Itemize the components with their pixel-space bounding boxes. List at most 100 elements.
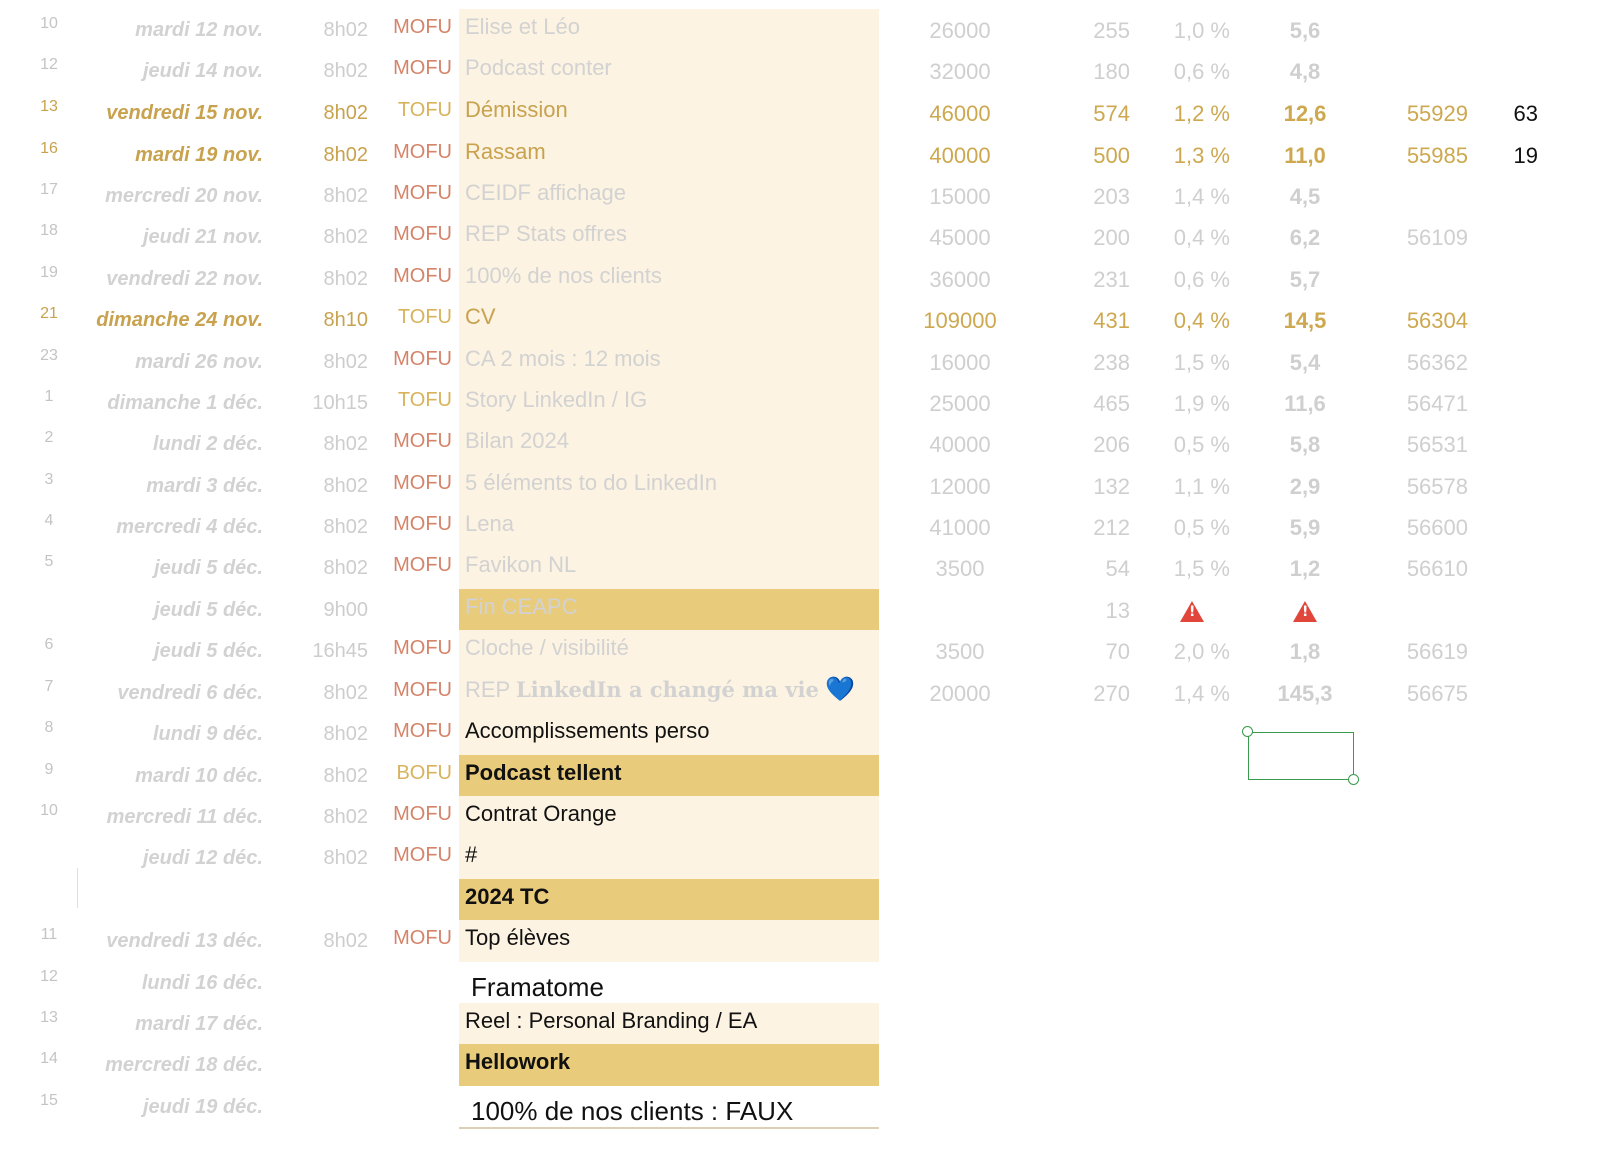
- table-row[interactable]: 14 mercredi 18 déc. Hellowork: [0, 1044, 1621, 1087]
- post-title-cell[interactable]: CV: [459, 299, 879, 342]
- followers-cell[interactable]: [1380, 1044, 1468, 1087]
- post-title-cell[interactable]: Podcast tellent: [459, 755, 879, 798]
- time-cell[interactable]: 10h15: [290, 382, 368, 425]
- rate-cell[interactable]: 1,4 %: [1150, 672, 1230, 715]
- table-row[interactable]: 18 jeudi 21 nov. 8h02 MOFU REP Stats offres 4…: [0, 216, 1621, 259]
- views-cell[interactable]: 12000: [900, 465, 1020, 508]
- funnel-cell[interactable]: BOFU: [372, 755, 452, 798]
- views-cell[interactable]: 25000: [900, 382, 1020, 425]
- post-title-cell[interactable]: #: [459, 837, 879, 880]
- followers-cell[interactable]: [1380, 1003, 1468, 1046]
- delta-cell[interactable]: [1488, 630, 1538, 673]
- delta-cell[interactable]: [1488, 547, 1538, 590]
- post-title-cell[interactable]: Hellowork: [459, 1044, 879, 1087]
- funnel-cell[interactable]: MOFU: [372, 837, 452, 880]
- followers-cell[interactable]: 56531: [1380, 423, 1468, 466]
- funnel-cell[interactable]: TOFU: [372, 382, 452, 425]
- rate-cell[interactable]: [1150, 1086, 1230, 1129]
- score-cell[interactable]: 5,8: [1270, 423, 1340, 466]
- score-cell[interactable]: 11,0: [1270, 134, 1340, 177]
- time-cell[interactable]: 8h02: [290, 547, 369, 590]
- rate-cell[interactable]: 1,5 %: [1150, 341, 1230, 384]
- date-cell[interactable]: dimanche 24 nov.: [70, 299, 263, 342]
- post-title-cell[interactable]: 2024 TC: [459, 879, 879, 922]
- delta-cell[interactable]: [1488, 465, 1538, 508]
- reactions-cell[interactable]: [1060, 1044, 1130, 1087]
- time-cell[interactable]: 9h00: [290, 589, 369, 632]
- post-title-cell[interactable]: Story LinkedIn / IG: [459, 382, 879, 425]
- row-number[interactable]: 3: [30, 465, 68, 508]
- views-cell[interactable]: 3500: [900, 630, 1020, 673]
- table-row[interactable]: 10 mardi 12 nov. 8h02 MOFU Elise et Léo 26000…: [0, 9, 1621, 52]
- table-row[interactable]: 1 dimanche 1 déc. 10h15 TOFU Story LinkedIn …: [0, 382, 1621, 425]
- views-cell[interactable]: 45000: [900, 216, 1020, 259]
- views-cell[interactable]: 3500: [900, 547, 1020, 590]
- date-cell[interactable]: lundi 16 déc.: [70, 962, 263, 1005]
- reactions-cell[interactable]: 231: [1060, 258, 1130, 301]
- date-cell[interactable]: mercredi 11 déc.: [70, 796, 263, 839]
- delta-cell[interactable]: [1488, 1086, 1538, 1129]
- time-cell[interactable]: 8h02: [290, 216, 369, 259]
- table-row[interactable]: 21 dimanche 24 nov. 8h10 TOFU CV 109000 431 0,4…: [0, 299, 1621, 342]
- followers-cell[interactable]: [1380, 920, 1468, 963]
- delta-cell[interactable]: [1488, 9, 1538, 52]
- rate-cell[interactable]: [1150, 920, 1230, 963]
- post-title-cell[interactable]: Fin CEAPC: [459, 589, 879, 632]
- reactions-cell[interactable]: 70: [1060, 630, 1130, 673]
- views-cell[interactable]: [900, 879, 1020, 922]
- date-cell[interactable]: jeudi 5 déc.: [70, 547, 263, 590]
- time-cell[interactable]: [290, 1044, 368, 1087]
- table-row[interactable]: 2024 TC: [0, 879, 1621, 922]
- table-row[interactable]: 2 lundi 2 déc. 8h02 MOFU Bilan 2024 40000 206 0…: [0, 423, 1621, 466]
- views-cell[interactable]: [900, 1003, 1020, 1046]
- rate-cell[interactable]: 0,6 %: [1150, 50, 1230, 93]
- table-row[interactable]: 12 jeudi 14 nov. 8h02 MOFU Podcast conter 320…: [0, 50, 1621, 93]
- followers-cell[interactable]: 56304: [1380, 299, 1468, 342]
- delta-cell[interactable]: [1488, 299, 1538, 342]
- rate-cell[interactable]: 0,5 %: [1150, 423, 1230, 466]
- views-cell[interactable]: [900, 796, 1020, 839]
- row-number[interactable]: 2: [30, 423, 68, 466]
- delta-cell[interactable]: [1488, 837, 1538, 880]
- delta-cell[interactable]: [1488, 341, 1538, 384]
- time-cell[interactable]: 8h02: [290, 341, 369, 384]
- reactions-cell[interactable]: [1060, 713, 1130, 756]
- followers-cell[interactable]: [1380, 713, 1468, 756]
- funnel-cell[interactable]: MOFU: [372, 50, 452, 93]
- time-cell[interactable]: 8h02: [290, 796, 369, 839]
- row-number[interactable]: 14: [30, 1044, 68, 1087]
- time-cell[interactable]: 8h10: [290, 299, 369, 342]
- delta-cell[interactable]: [1488, 796, 1538, 839]
- funnel-cell[interactable]: MOFU: [372, 630, 452, 673]
- reactions-cell[interactable]: [1060, 755, 1130, 798]
- table-row[interactable]: 16 mardi 19 nov. 8h02 MOFU Rassam 40000 500 1,3…: [0, 134, 1621, 177]
- date-cell[interactable]: vendredi 13 déc.: [70, 920, 263, 963]
- rate-cell[interactable]: [1150, 1003, 1230, 1046]
- score-cell[interactable]: 5,6: [1270, 9, 1340, 52]
- selection-handle-bottom-right[interactable]: [1348, 774, 1359, 785]
- rate-cell[interactable]: [1150, 796, 1230, 839]
- funnel-cell[interactable]: MOFU: [372, 134, 452, 177]
- followers-cell[interactable]: [1380, 9, 1468, 52]
- funnel-cell[interactable]: [372, 1086, 452, 1129]
- table-row[interactable]: 4 mercredi 4 déc. 8h02 MOFU Lena 41000 212 0,5 …: [0, 506, 1621, 549]
- rate-cell[interactable]: [1177, 589, 1207, 632]
- score-cell[interactable]: [1270, 1086, 1340, 1129]
- post-title-cell[interactable]: Podcast conter: [459, 50, 879, 93]
- score-cell[interactable]: 4,5: [1270, 175, 1340, 218]
- followers-cell[interactable]: 56109: [1380, 216, 1468, 259]
- spreadsheet[interactable]: 10 mardi 12 nov. 8h02 MOFU Elise et Léo 26000…: [0, 0, 1621, 1162]
- delta-cell[interactable]: 63: [1488, 92, 1538, 135]
- views-cell[interactable]: [900, 713, 1020, 756]
- views-cell[interactable]: 40000: [900, 423, 1020, 466]
- post-title-cell[interactable]: Rassam: [459, 134, 879, 177]
- table-row[interactable]: 23 mardi 26 nov. 8h02 MOFU CA 2 mois : 12 mo…: [0, 341, 1621, 384]
- time-cell[interactable]: [290, 1086, 368, 1129]
- post-title-cell[interactable]: 5 éléments to do LinkedIn: [459, 465, 879, 508]
- row-number[interactable]: 13: [30, 92, 68, 135]
- score-cell[interactable]: 14,5: [1270, 299, 1340, 342]
- views-cell[interactable]: 40000: [900, 134, 1020, 177]
- post-title-cell[interactable]: Framatome: [459, 962, 879, 1005]
- score-cell[interactable]: [1270, 837, 1340, 880]
- score-cell[interactable]: 12,6: [1270, 92, 1340, 135]
